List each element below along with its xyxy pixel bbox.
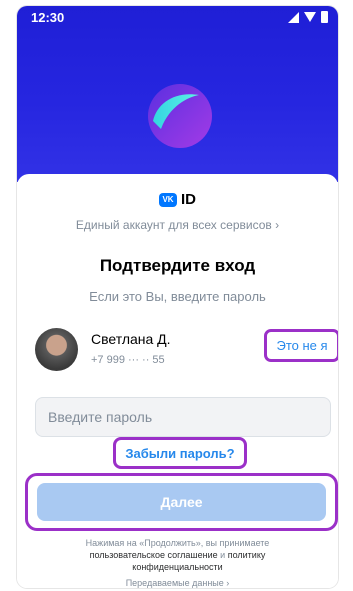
user-phone: +7 999 ··· ·· 55 (91, 354, 165, 366)
status-time: 12:30 (31, 10, 65, 25)
avatar (35, 328, 78, 371)
user-agreement-link[interactable]: пользовательское соглашение (90, 550, 218, 560)
phone-screen: 12:30 VK ID Единый аккаунт для всех серв… (17, 6, 338, 588)
privacy-policy-link-2[interactable]: конфиденциальности (17, 561, 338, 573)
transferred-data-link[interactable]: Передаваемые данные › (17, 578, 338, 588)
password-input[interactable] (35, 397, 331, 437)
login-sheet: VK ID Единый аккаунт для всех сервисов ›… (17, 174, 338, 588)
continue-button[interactable]: Далее (37, 483, 326, 521)
user-name: Светлана Д. (91, 331, 171, 347)
terms-text: Нажимая на «Продолжить», вы принимаете п… (17, 537, 338, 573)
terms-links-line: пользовательское соглашение и политику (17, 549, 338, 561)
vk-orb-logo (148, 84, 212, 148)
forgot-password-link[interactable]: Забыли пароль? (113, 437, 247, 469)
account-row: Светлана Д. +7 999 ··· ·· 55 Это не я (35, 328, 338, 374)
vk-id-text: ID (181, 191, 196, 208)
page-title: Подтвердите вход (99, 256, 256, 275)
continue-highlight: Далее (25, 473, 338, 531)
signal-icon (288, 11, 299, 23)
vk-logo-icon: VK (159, 192, 177, 207)
terms-prefix: Нажимая на «Продолжить», вы принимаете (85, 538, 270, 548)
wifi-icon (304, 12, 316, 22)
not-me-link[interactable]: Это не я (264, 329, 338, 362)
battery-icon (321, 11, 328, 23)
terms-and: и (217, 550, 228, 560)
status-bar: 12:30 (17, 6, 338, 28)
hero-banner: 12:30 (17, 6, 338, 182)
page-subtitle: Если это Вы, введите пароль (89, 289, 266, 304)
tagline-link[interactable]: Единый аккаунт для всех сервисов › (17, 218, 338, 232)
vk-id-logo: VK ID (17, 191, 338, 208)
privacy-policy-link-1[interactable]: политику (228, 550, 266, 560)
status-icons (288, 11, 328, 23)
